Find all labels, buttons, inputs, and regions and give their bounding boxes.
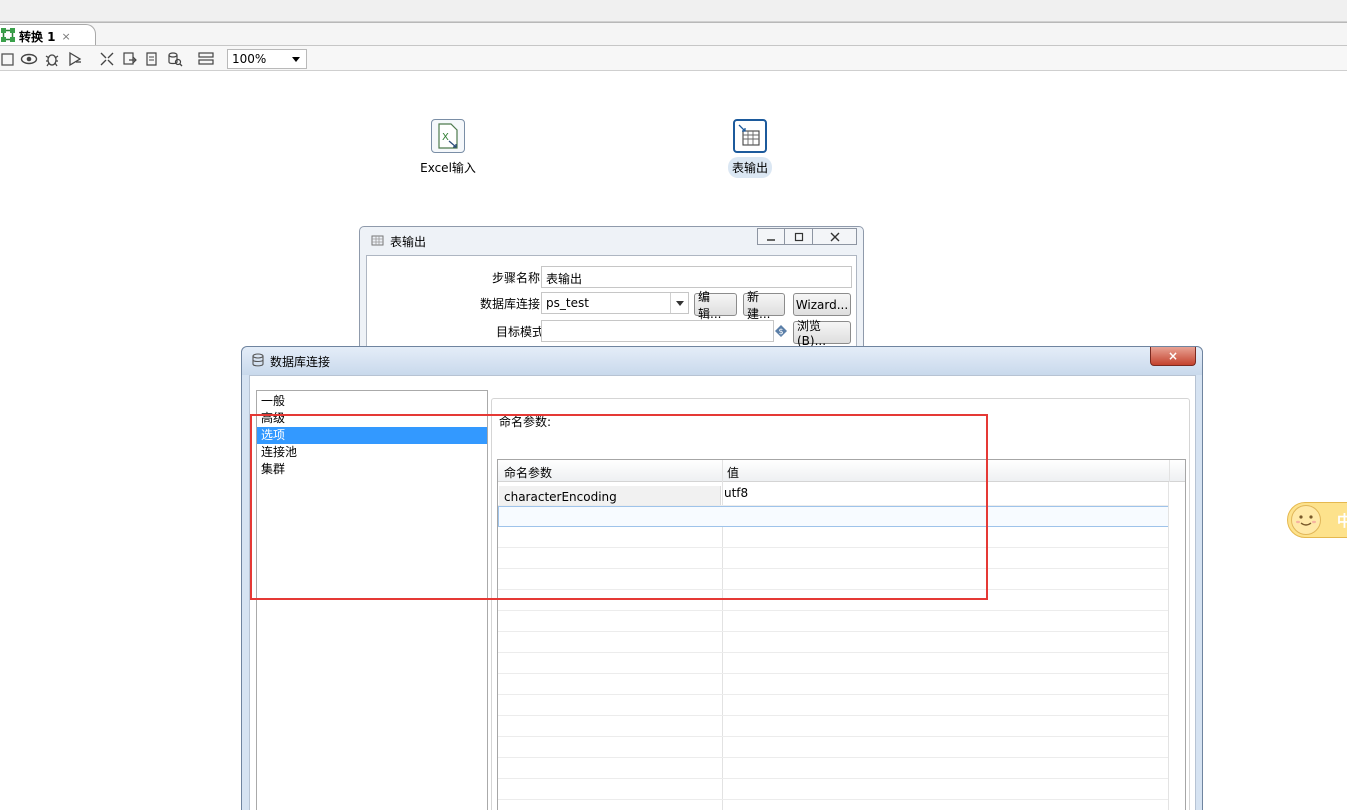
step-name-label: 步骤名称	[491, 271, 540, 285]
named-params-label: 命名参数:	[499, 415, 552, 429]
svg-text:X: X	[442, 132, 449, 143]
table-row[interactable]	[498, 611, 1169, 632]
table-row[interactable]	[498, 527, 1169, 548]
table-output-icon	[370, 233, 384, 250]
target-schema-input[interactable]	[541, 320, 774, 342]
db-connection-value: ps_test	[546, 296, 589, 310]
form-row-target-schema: 目标模式 $ 浏览(B)...	[367, 319, 858, 348]
table-row[interactable]	[498, 758, 1169, 779]
database-connection-dialog: 数据库连接 × 一般 高级 选项 连接池 集群 命名参数: 命名参数 值 cha…	[241, 346, 1203, 810]
window-buttons	[757, 228, 857, 245]
table-row[interactable]: characterEncoding utf8	[498, 485, 1169, 506]
menu-strip	[0, 0, 1347, 22]
dialog-title-text: 表输出	[390, 235, 427, 249]
browse-button[interactable]: 浏览(B)...	[793, 319, 851, 348]
nav-item-general[interactable]: 一般	[257, 393, 487, 410]
tab-label: 转换 1	[19, 29, 56, 44]
options-pane: 命名参数: 命名参数 值 characterEncoding utf8	[491, 398, 1190, 810]
layout-icon[interactable]	[197, 50, 215, 68]
step-name-input[interactable]: 表输出	[541, 266, 852, 288]
table-row[interactable]	[498, 716, 1169, 737]
table-output-dialog: 表输出 步骤名称 表输出 数据库连接 ps_test 编辑... 新建... W…	[359, 226, 864, 356]
variable-icon[interactable]: $	[774, 324, 788, 341]
nav-item-cluster[interactable]: 集群	[257, 461, 487, 478]
nav-item-pooling[interactable]: 连接池	[257, 444, 487, 461]
nav-item-options[interactable]: 选项	[257, 427, 487, 444]
table-row[interactable]	[498, 548, 1169, 569]
chevron-down-icon	[292, 57, 300, 62]
dialog-title-text: 数据库连接	[270, 355, 331, 369]
param-value-cell[interactable]: utf8	[724, 486, 748, 500]
svg-text:$: $	[779, 327, 784, 336]
edit-button[interactable]: 编辑...	[694, 290, 737, 321]
column-header-name[interactable]: 命名参数	[504, 464, 552, 481]
debug-icon[interactable]	[43, 50, 61, 68]
table-row[interactable]	[498, 569, 1169, 590]
close-icon[interactable]: ×	[62, 30, 71, 43]
new-row-editor[interactable]	[498, 506, 1169, 527]
zoom-select[interactable]: 100%	[227, 49, 307, 69]
table-row[interactable]	[498, 674, 1169, 695]
smiley-icon	[1291, 505, 1321, 535]
impact-icon[interactable]	[121, 50, 139, 68]
step-label: Excel输入	[420, 161, 476, 175]
vertical-scrollbar[interactable]	[1168, 482, 1185, 810]
wizard-button[interactable]: Wizard...	[793, 293, 851, 316]
nav-item-advanced[interactable]: 高级	[257, 410, 487, 427]
database-icon	[252, 353, 264, 370]
ime-widget[interactable]: 中	[1287, 502, 1347, 538]
verify-icon[interactable]	[98, 50, 116, 68]
preview-eye-icon[interactable]	[20, 50, 38, 68]
column-header-value[interactable]: 值	[727, 464, 739, 481]
param-key-cell[interactable]: characterEncoding	[504, 490, 617, 504]
step-table-output[interactable]: 表输出	[724, 119, 776, 178]
step-label-selected: 表输出	[727, 157, 772, 178]
close-button[interactable]: ×	[1150, 347, 1196, 366]
form-row-step-name: 步骤名称 表输出	[367, 265, 858, 289]
dialog-content: 一般 高级 选项 连接池 集群 命名参数: 命名参数 值 characterEn…	[249, 375, 1196, 810]
chevron-down-icon	[670, 293, 688, 313]
dialog-title: 数据库连接	[252, 353, 330, 370]
canvas-toolbar: 100%	[0, 45, 1347, 71]
table-row[interactable]	[498, 737, 1169, 758]
table-row[interactable]	[498, 632, 1169, 653]
maximize-button[interactable]	[785, 228, 813, 245]
settings-nav-list: 一般 高级 选项 连接池 集群	[256, 390, 488, 810]
replay-icon[interactable]	[66, 50, 84, 68]
dialog-titlebar: 数据库连接 ×	[242, 347, 1202, 375]
transformation-icon	[0, 27, 16, 46]
table-output-icon	[733, 119, 767, 153]
tab-transformation-1[interactable]: 转换 1 ×	[0, 24, 96, 47]
db-connection-label: 数据库连接	[479, 297, 540, 311]
dialog-body: 步骤名称 表输出 数据库连接 ps_test 编辑... 新建... Wizar…	[366, 255, 857, 355]
db-connection-select[interactable]: ps_test	[541, 292, 689, 314]
tab-bar: 转换 1 ×	[0, 22, 1347, 47]
target-schema-label: 目标模式	[495, 325, 544, 339]
excel-input-icon: X	[431, 119, 465, 153]
dialog-title: 表输出	[370, 233, 426, 250]
ime-mode-label: 中	[1337, 511, 1347, 530]
named-params-table: 命名参数 值 characterEncoding utf8	[497, 459, 1186, 810]
sql-icon[interactable]	[143, 50, 161, 68]
table-row[interactable]	[498, 590, 1169, 611]
table-header: 命名参数 值	[498, 460, 1185, 482]
app-root: 转换 1 × 100% X Excel输入 表输出 表输出 步骤名称 表输出 数…	[0, 0, 1347, 810]
zoom-value: 100%	[232, 52, 267, 66]
close-button[interactable]	[813, 228, 857, 245]
form-row-db-connection: 数据库连接 ps_test 编辑... 新建... Wizard...	[367, 290, 858, 321]
stop-icon[interactable]	[0, 50, 16, 68]
table-row[interactable]	[498, 695, 1169, 716]
table-row[interactable]	[498, 779, 1169, 800]
explore-db-icon[interactable]	[166, 50, 184, 68]
minimize-button[interactable]	[757, 228, 785, 245]
table-row[interactable]	[498, 653, 1169, 674]
step-excel-input[interactable]: X Excel输入	[420, 119, 476, 178]
new-button[interactable]: 新建...	[743, 290, 785, 321]
